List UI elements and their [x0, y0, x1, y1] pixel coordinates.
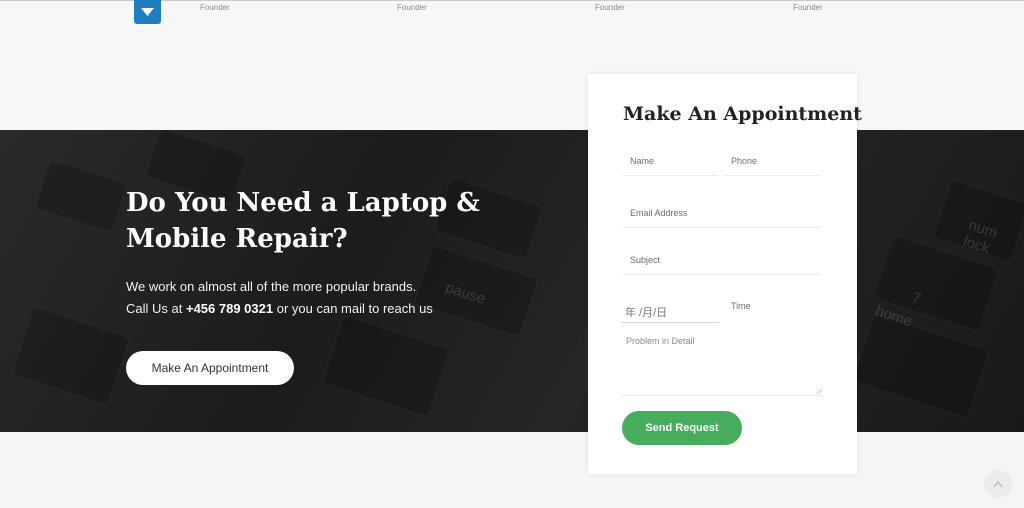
subject-input[interactable]: Subject — [623, 248, 820, 275]
arrow-up-icon — [993, 480, 1003, 488]
problem-placeholder: Problem in Detail — [626, 336, 695, 346]
phone-placeholder: Phone — [731, 156, 758, 166]
hero-heading: Do You Need a Laptop & Mobile Repair? — [126, 185, 506, 257]
hero-heading-line: Do You Need a Laptop & — [126, 188, 480, 218]
keyboard-key-bg — [11, 306, 131, 406]
keyboard-key-bg — [321, 314, 451, 418]
call-prefix: Call Us at — [126, 301, 183, 316]
keyboard-key-bg — [33, 158, 129, 234]
founder-caption: Founder — [397, 3, 427, 12]
appointment-form: Make An Appointment Name Phone Email Add… — [588, 74, 862, 474]
time-input[interactable]: Time — [725, 296, 820, 322]
hero-heading-line: Mobile Repair? — [126, 224, 348, 254]
founder-caption: Founder — [200, 3, 230, 12]
email-input[interactable]: Email Address — [623, 201, 820, 228]
send-request-button[interactable]: Send Request — [622, 411, 742, 445]
form-title: Make An Appointment — [623, 103, 862, 125]
call-suffix: or you can mail to reach us — [276, 301, 433, 316]
founder-caption: Founder — [595, 3, 625, 12]
phone-input[interactable]: Phone — [724, 149, 820, 176]
bottom-section — [0, 432, 1024, 508]
chevron-down-icon — [141, 8, 154, 16]
hero-contact-line: Call Us at +456 789 0321 or you can mail… — [126, 301, 433, 317]
hero-description: We work on almost all of the more popula… — [126, 279, 417, 294]
time-placeholder: Time — [731, 301, 751, 311]
problem-textarea[interactable]: Problem in Detail — [622, 330, 822, 396]
phone-number[interactable]: +456 789 0321 — [186, 301, 273, 316]
dropdown-toggle-button[interactable] — [134, 0, 161, 24]
date-placeholder: 年 /月/日 — [625, 307, 668, 319]
make-appointment-button[interactable]: Make An Appointment — [126, 351, 294, 385]
founder-caption: Founder — [793, 3, 823, 12]
email-placeholder: Email Address — [630, 208, 688, 218]
name-placeholder: Name — [630, 156, 655, 166]
name-input[interactable]: Name — [623, 149, 718, 176]
subject-placeholder: Subject — [630, 255, 661, 265]
scroll-to-top-button[interactable] — [984, 470, 1012, 498]
resize-handle-icon[interactable] — [816, 388, 822, 394]
date-input[interactable]: 年 /月/日 — [622, 296, 719, 323]
